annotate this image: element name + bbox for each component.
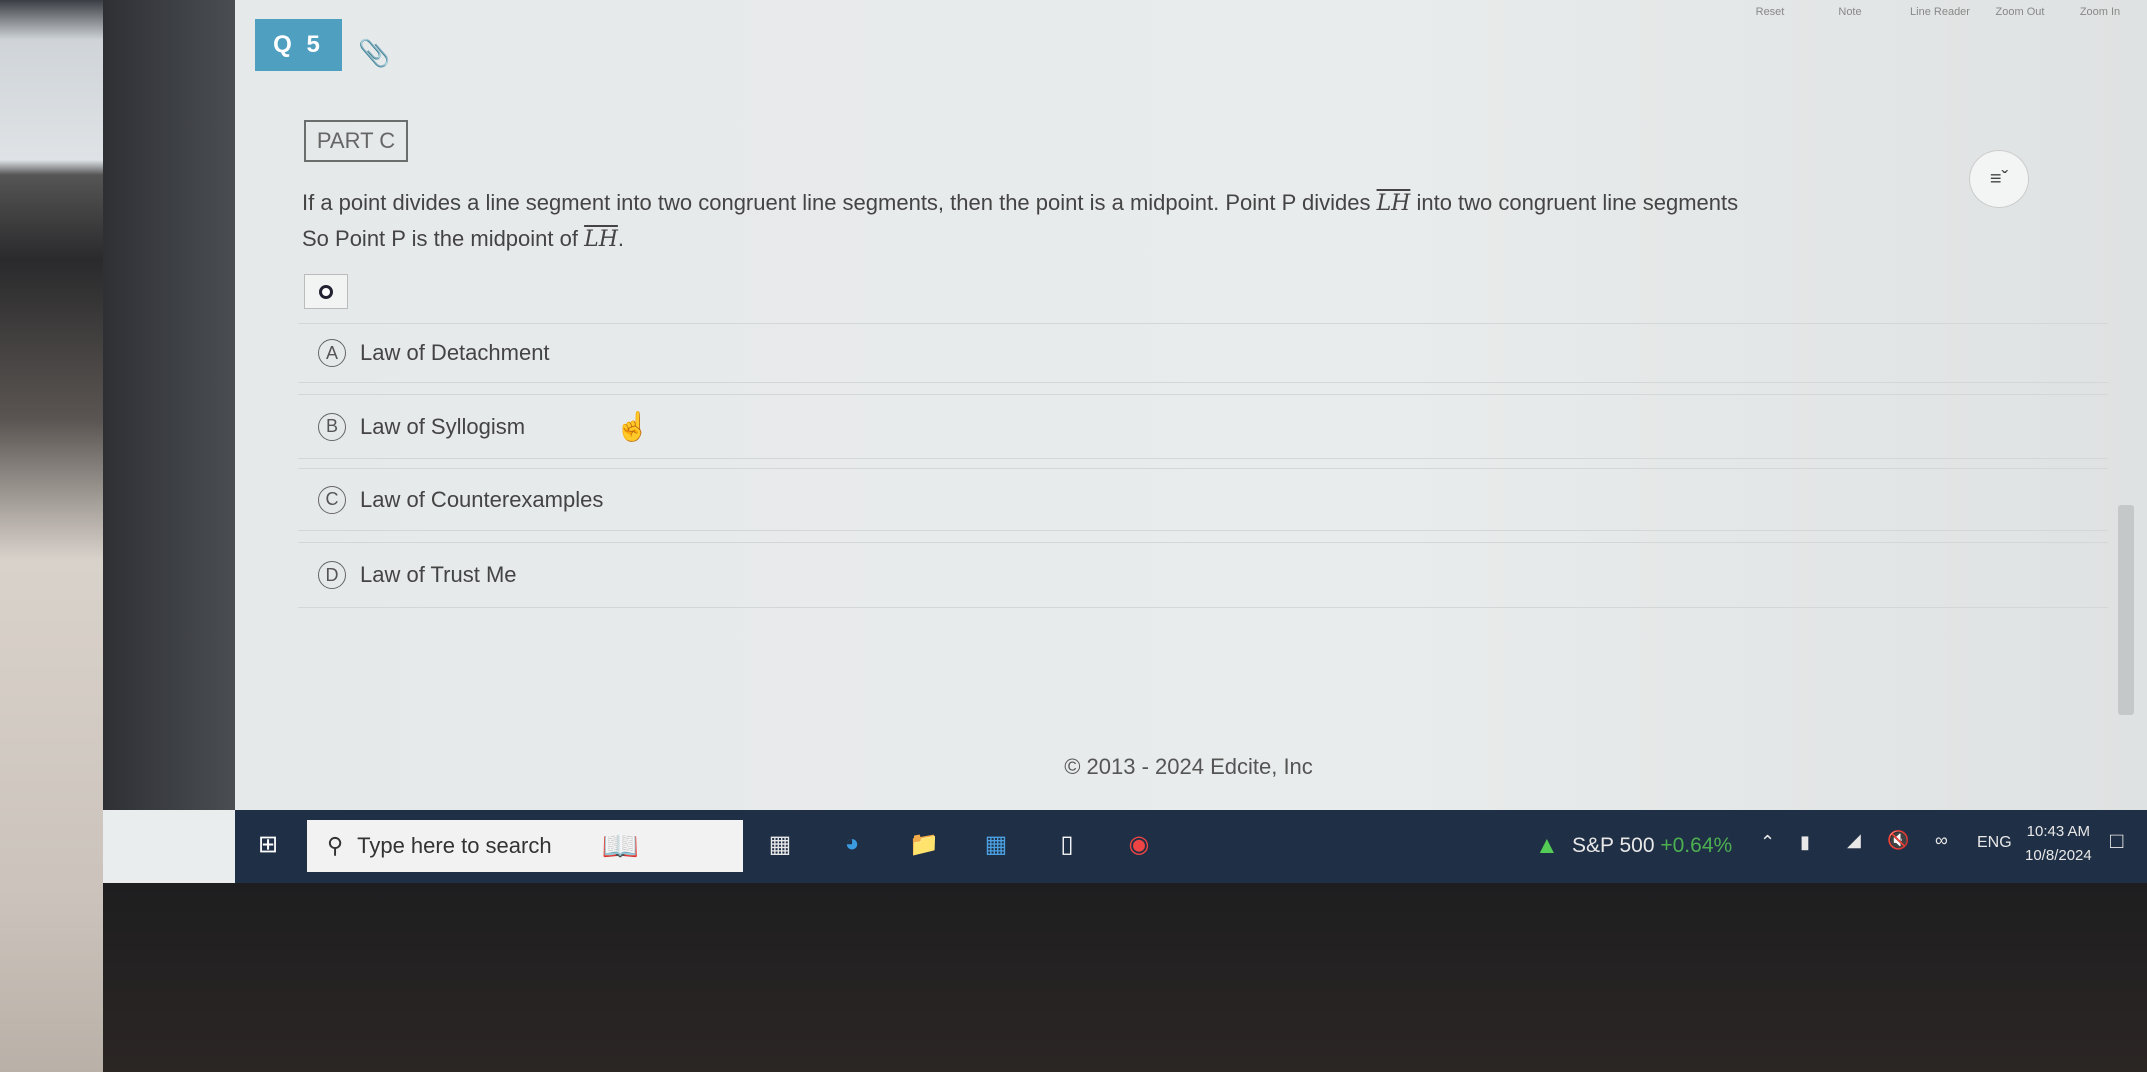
- part-label: PART C: [304, 120, 408, 162]
- date: 10/8/2024: [2025, 847, 2092, 864]
- photo-background: [0, 0, 103, 1072]
- taskbar: ⊞ ⚲ Type here to search 📖 ▦ ◕ 📁 ▦ ▯ ◉ ▲ S&…: [235, 810, 2147, 883]
- paperclip-icon[interactable]: 📎: [358, 38, 390, 69]
- option-label: Law of Counterexamples: [360, 486, 604, 512]
- notifications-icon[interactable]: □: [2110, 828, 2123, 854]
- note-button[interactable]: Note: [1815, 6, 1885, 18]
- answer-tool-button[interactable]: [304, 274, 348, 309]
- option-label: Law of Detachment: [360, 340, 550, 365]
- option-d[interactable]: D Law of Trust Me: [298, 542, 2108, 608]
- taskbar-search[interactable]: ⚲ Type here to search 📖: [307, 820, 743, 872]
- question-line-2: So Point P is the midpoint of LH.: [302, 226, 624, 252]
- search-icon: ⚲: [327, 833, 344, 858]
- document-icon[interactable]: ▯: [1050, 830, 1084, 864]
- battery-icon[interactable]: ▮: [1800, 832, 1810, 853]
- text: into two congruent line segments: [1410, 190, 1739, 215]
- chrome-icon[interactable]: ◉: [1122, 830, 1156, 864]
- question-line-1: If a point divides a line segment into t…: [302, 190, 1738, 216]
- zoom-in-button[interactable]: Zoom In: [2065, 6, 2135, 18]
- question-number-badge: Q 5: [255, 19, 342, 71]
- segment-lh: LH: [1376, 191, 1411, 216]
- option-c[interactable]: C Law of Counterexamples: [298, 468, 2108, 531]
- windows-start-icon[interactable]: ⊞: [251, 830, 285, 864]
- text: .: [617, 226, 625, 251]
- option-letter: A: [318, 339, 346, 367]
- copyright: © 2013 - 2024 Edcite, Inc: [1064, 754, 1313, 779]
- line-reader-button[interactable]: Line Reader: [1905, 6, 1975, 18]
- stock-widget[interactable]: S&P 500 +0.64%: [1572, 834, 1732, 858]
- language-indicator[interactable]: ENG: [1977, 834, 2012, 852]
- stock-chart-icon: ▲: [1535, 832, 1559, 859]
- option-letter: C: [318, 485, 346, 514]
- radio-icon: [319, 284, 333, 299]
- task-view-icon[interactable]: ▦: [763, 830, 797, 864]
- file-explorer-icon[interactable]: 📁: [907, 830, 941, 864]
- option-label: Law of Syllogism: [360, 413, 526, 439]
- laptop-bezel: [103, 883, 2147, 1072]
- scrollbar[interactable]: [2118, 505, 2134, 715]
- menu-dropdown-icon[interactable]: ≡ˇ: [1969, 150, 2029, 208]
- search-highlight-icon: 📖: [601, 829, 639, 863]
- edge-icon[interactable]: ◕: [835, 830, 869, 864]
- wifi-icon[interactable]: ◢: [1847, 830, 1861, 851]
- left-panel: [103, 0, 235, 810]
- reset-button[interactable]: Reset: [1735, 6, 1805, 18]
- clock[interactable]: 10:43 AM 10/8/2024: [2025, 820, 2092, 868]
- text: If a point divides a line segment into t…: [302, 190, 1377, 215]
- volume-muted-icon[interactable]: 🔇: [1887, 830, 1909, 851]
- pen-icon[interactable]: ∞: [1935, 830, 1948, 851]
- option-letter: D: [318, 561, 346, 589]
- option-label: Law of Trust Me: [360, 562, 517, 587]
- option-b[interactable]: B Law of Syllogism ☝: [298, 394, 2108, 459]
- segment-lh: LH: [584, 227, 618, 252]
- zoom-out-button[interactable]: Zoom Out: [1985, 6, 2055, 18]
- text: So Point P is the midpoint of: [302, 226, 585, 251]
- search-placeholder: Type here to search: [357, 833, 552, 858]
- stock-name: S&P 500: [1572, 834, 1655, 857]
- stock-change: +0.64%: [1660, 834, 1733, 857]
- option-a[interactable]: A Law of Detachment: [298, 323, 2108, 383]
- option-letter: B: [318, 412, 346, 441]
- hand-cursor-icon: ☝: [615, 411, 650, 442]
- show-hidden-icons[interactable]: ⌃: [1760, 832, 1775, 853]
- time: 10:43 AM: [2026, 823, 2091, 840]
- store-icon[interactable]: ▦: [979, 830, 1013, 864]
